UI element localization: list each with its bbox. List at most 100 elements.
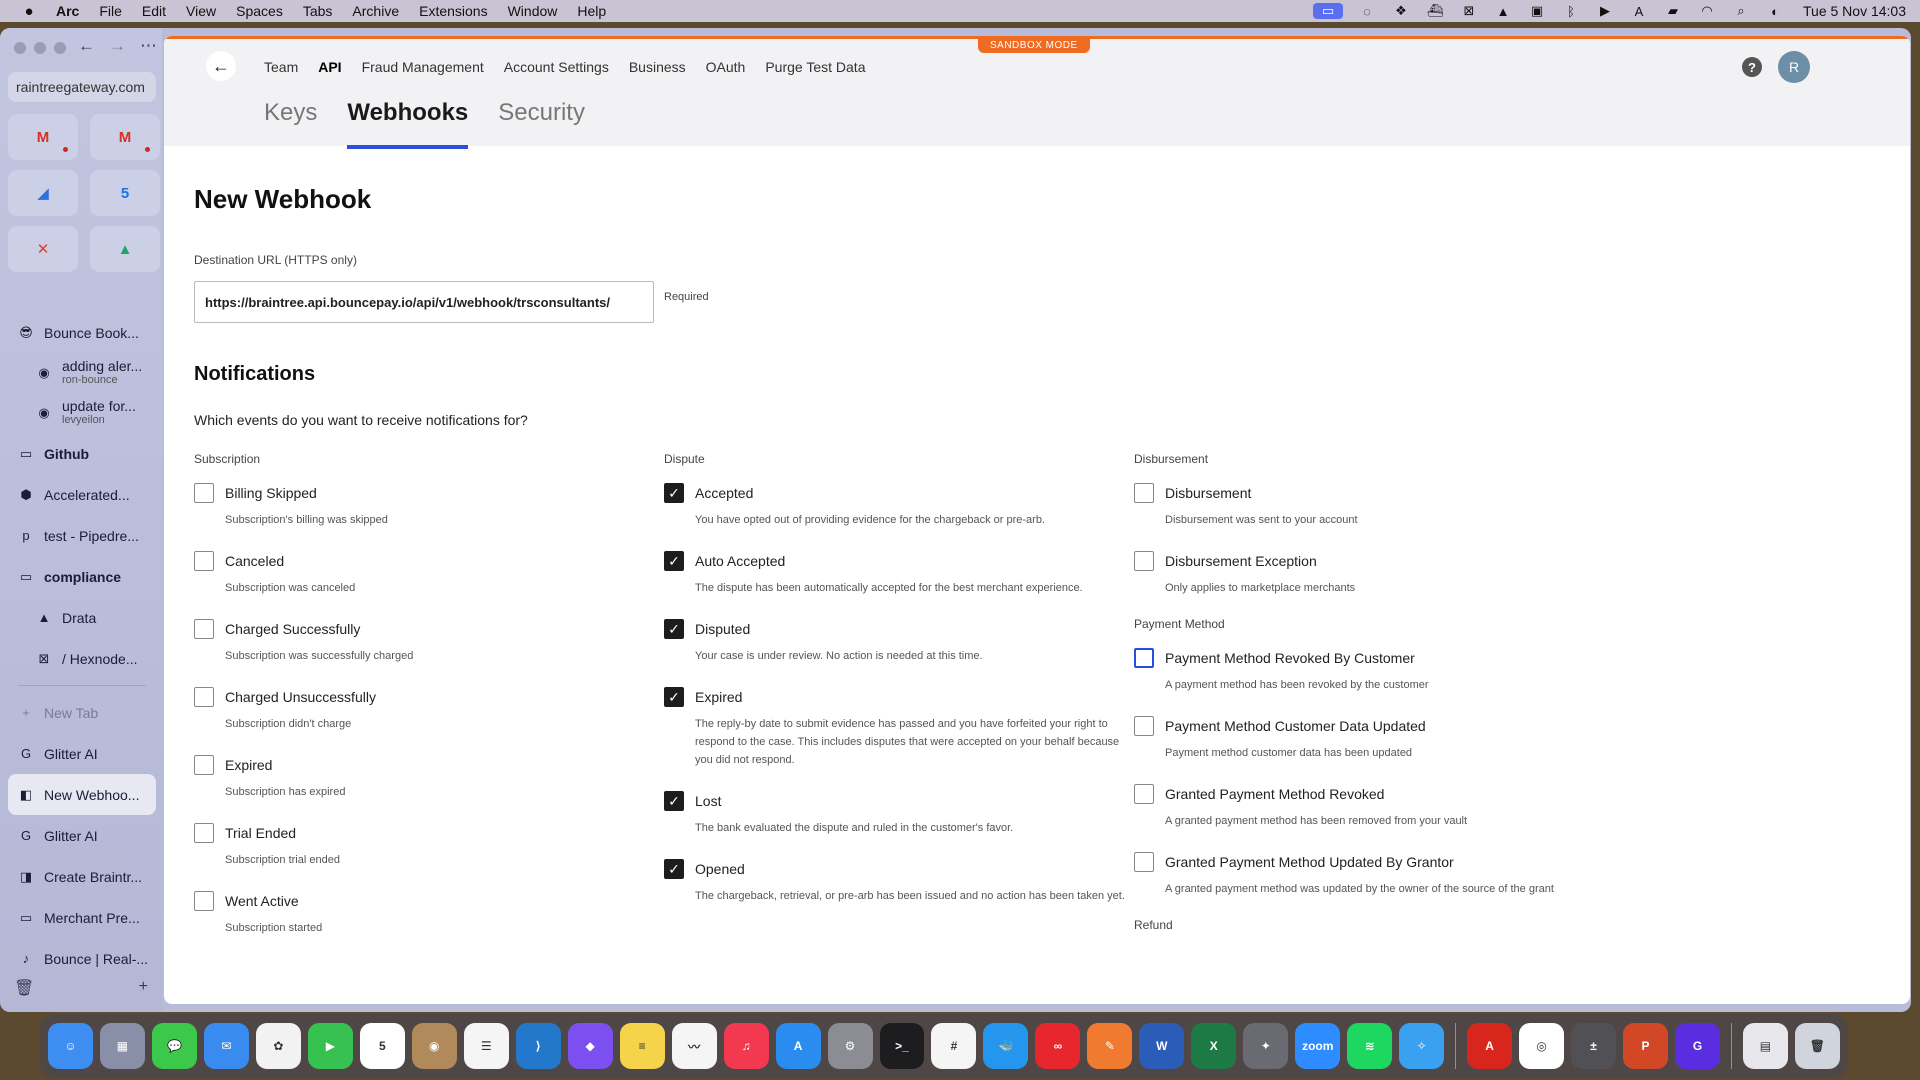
safari-icon[interactable]: ✧ — [1399, 1023, 1445, 1069]
keynote-icon[interactable]: ✦ — [1243, 1023, 1289, 1069]
address-bar[interactable]: raintreegateway.com — [8, 72, 156, 102]
facetime-icon[interactable]: ▶ — [307, 1023, 353, 1069]
sidebar-item-bounce-book[interactable]: 😎 Bounce Book... — [8, 312, 156, 353]
option-dispute-accepted[interactable]: ✓ Accepted You have opted out of providing… — [664, 483, 1144, 529]
chrome-icon[interactable]: ◎ — [1519, 1023, 1565, 1069]
menu-clock[interactable]: Tue 5 Nov 14:03 — [1803, 3, 1906, 19]
forward-arrow-icon[interactable]: → — [109, 36, 126, 56]
nav-oauth[interactable]: OAuth — [706, 59, 746, 75]
option-dispute-expired[interactable]: ✓ Expired The reply-by date to submit evid… — [664, 687, 1144, 769]
nav-purge-test-data[interactable]: Purge Test Data — [765, 59, 865, 75]
zoom-window-button[interactable] — [54, 42, 66, 54]
checkbox[interactable]: ✓ — [664, 483, 684, 503]
sidebar-item-hexnode[interactable]: ⊠ / Hexnode... — [8, 638, 156, 679]
sidebar-item-test-pipedre[interactable]: p test - Pipedre... — [8, 515, 156, 556]
sidebar-item-create-braintr[interactable]: ◨ Create Braintr... — [8, 856, 156, 897]
music-icon[interactable]: ♫ — [723, 1023, 769, 1069]
checkbox[interactable] — [194, 619, 214, 639]
minimize-window-button[interactable] — [34, 42, 46, 54]
play-icon[interactable]: ▶ — [1595, 3, 1615, 19]
battery-icon[interactable]: ▰ — [1663, 3, 1683, 19]
checkbox[interactable] — [194, 755, 214, 775]
sidebar-item-bounce-real[interactable]: ♪ Bounce | Real-... — [8, 938, 156, 979]
sidebar-item-accelerated[interactable]: ⬢ Accelerated... — [8, 474, 156, 515]
favorite-tile[interactable]: M — [90, 114, 160, 160]
word-icon[interactable]: W — [1139, 1023, 1185, 1069]
option-subscription-went-active[interactable]: Went Active Subscription started — [194, 891, 674, 937]
tab-webhooks[interactable]: Webhooks — [347, 95, 468, 149]
checkbox[interactable] — [194, 483, 214, 503]
more-options-icon[interactable]: ⋯ — [140, 36, 157, 56]
dropbox-icon[interactable]: ❖ — [1391, 3, 1411, 19]
menu-tabs[interactable]: Tabs — [303, 3, 333, 19]
option-subscription-expired[interactable]: Expired Subscription has expired — [194, 755, 674, 801]
sidebar-item-new-webhoo[interactable]: ◧ New Webhoo... — [8, 774, 156, 815]
calculator-icon[interactable]: ± — [1571, 1023, 1617, 1069]
option-subscription-canceled[interactable]: Canceled Subscription was canceled — [194, 551, 674, 597]
option-disbursement-disbursement-exception[interactable]: Disbursement Exception Only applies to ma… — [1134, 551, 1614, 597]
checkbox[interactable] — [194, 687, 214, 707]
nav-account-settings[interactable]: Account Settings — [504, 59, 609, 75]
slack-icon[interactable]: # — [931, 1023, 977, 1069]
help-button[interactable]: ? — [1742, 57, 1762, 77]
close-window-button[interactable] — [14, 42, 26, 54]
docker-icon[interactable]: 🐳 — [983, 1023, 1029, 1069]
checkbox[interactable] — [1134, 648, 1154, 668]
freeform-icon[interactable]: 〰 — [671, 1023, 717, 1069]
destination-url-input[interactable] — [194, 281, 654, 323]
apple-icon[interactable]: ● — [18, 3, 40, 20]
avatar[interactable]: R — [1778, 51, 1810, 83]
menu-app-name[interactable]: Arc — [56, 3, 79, 19]
checkbox[interactable] — [194, 551, 214, 571]
nav-fraud-management[interactable]: Fraud Management — [362, 59, 484, 75]
bluetooth-icon[interactable]: ᛒ — [1561, 3, 1581, 19]
option-subscription-charged-successfully[interactable]: Charged Successfully Subscription was suc… — [194, 619, 674, 665]
calendar-icon[interactable]: 5 — [359, 1023, 405, 1069]
nav-team[interactable]: Team — [264, 59, 298, 75]
checkbox[interactable] — [1134, 716, 1154, 736]
option-subscription-billing-skipped[interactable]: Billing Skipped Subscription's billing wa… — [194, 483, 674, 529]
checkbox[interactable] — [194, 823, 214, 843]
menu-window[interactable]: Window — [508, 3, 558, 19]
keyboard-input-icon[interactable]: A — [1629, 3, 1649, 19]
option-subscription-trial-ended[interactable]: Trial Ended Subscription trial ended — [194, 823, 674, 869]
checkbox[interactable] — [1134, 551, 1154, 571]
option-dispute-opened[interactable]: ✓ Opened The chargeback, retrieval, or pre… — [664, 859, 1144, 905]
menu-extensions[interactable]: Extensions — [419, 3, 487, 19]
sidebar-item-update-for[interactable]: ◉ update for... levyeilon — [8, 393, 156, 433]
affinity-icon[interactable]: ◆ — [567, 1023, 613, 1069]
checkbox[interactable] — [1134, 483, 1154, 503]
tab-security[interactable]: Security — [498, 95, 585, 149]
menu-archive[interactable]: Archive — [352, 3, 399, 19]
new-space-icon[interactable]: + — [139, 978, 148, 998]
archive-icon[interactable]: 🗑 — [14, 978, 34, 998]
back-button[interactable]: ← — [206, 51, 236, 81]
sidebar-item-compliance[interactable]: ▭ compliance — [8, 556, 156, 597]
checkbox[interactable]: ✓ — [664, 619, 684, 639]
option-payment-method-payment-method-revoked-by-customer[interactable]: Payment Method Revoked By Customer A paym… — [1134, 648, 1614, 694]
search-icon[interactable]: ⌕ — [1731, 3, 1751, 19]
excel-icon[interactable]: X — [1191, 1023, 1237, 1069]
option-dispute-disputed[interactable]: ✓ Disputed Your case is under review. No a… — [664, 619, 1144, 665]
option-dispute-auto-accepted[interactable]: ✓ Auto Accepted The dispute has been autom… — [664, 551, 1144, 597]
checkbox[interactable]: ✓ — [664, 859, 684, 879]
documents-icon[interactable]: ▤ — [1742, 1023, 1788, 1069]
nav-business[interactable]: Business — [629, 59, 686, 75]
glitter-icon[interactable]: G — [1675, 1023, 1720, 1069]
favorite-tile[interactable]: M — [8, 114, 78, 160]
sidebar-item-glitter-ai[interactable]: G Glitter AI — [8, 815, 156, 856]
sidebar-item-new-tab[interactable]: + New Tab — [8, 692, 156, 733]
appstore-icon[interactable]: A — [775, 1023, 821, 1069]
spotify-icon[interactable]: ≋ — [1347, 1023, 1393, 1069]
copilot-icon[interactable]: ◌ — [1357, 3, 1377, 19]
sidebar-item-glitter-ai[interactable]: G Glitter AI — [8, 733, 156, 774]
checkbox[interactable]: ✓ — [664, 551, 684, 571]
messages-icon[interactable]: 💬 — [151, 1023, 197, 1069]
powerpoint-icon[interactable]: P — [1623, 1023, 1669, 1069]
creative-cloud-icon[interactable]: ∞ — [1035, 1023, 1081, 1069]
mail-icon[interactable]: ✉ — [203, 1023, 249, 1069]
option-disbursement-disbursement[interactable]: Disbursement Disbursement was sent to you… — [1134, 483, 1614, 529]
checkbox[interactable] — [194, 891, 214, 911]
sidebar-item-merchant-pre[interactable]: ▭ Merchant Pre... — [8, 897, 156, 938]
back-arrow-icon[interactable]: ← — [78, 36, 95, 56]
